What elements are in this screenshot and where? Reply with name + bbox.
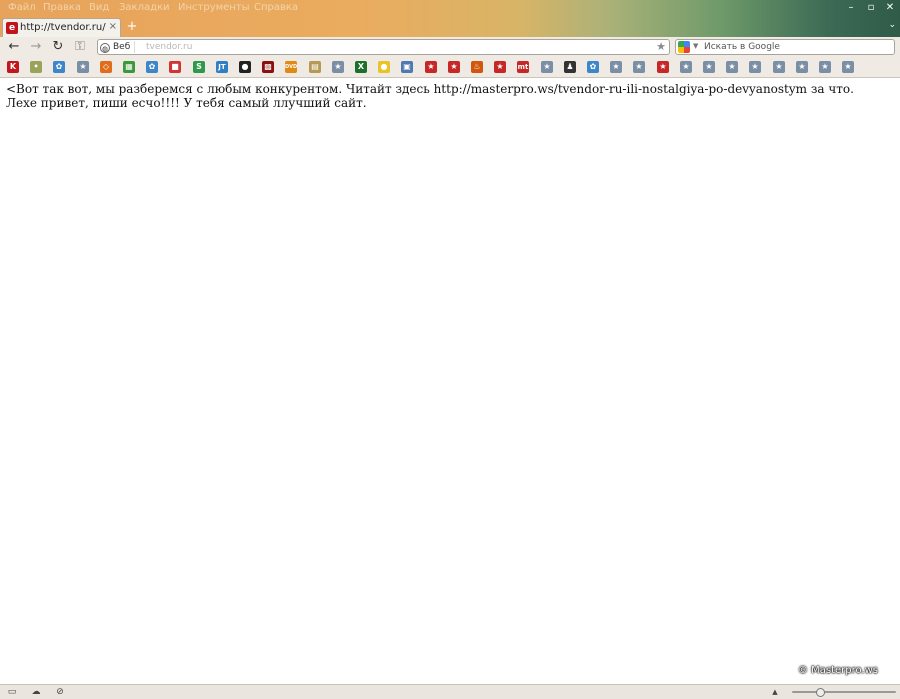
- dvd-icon[interactable]: DVD: [285, 61, 297, 73]
- bulb-icon[interactable]: ●: [378, 61, 390, 73]
- page-content: <Вот так вот, мы разберемся с любым конк…: [0, 78, 900, 684]
- minimize-button[interactable]: –: [844, 2, 858, 13]
- star-doc-icon[interactable]: ★: [842, 61, 854, 73]
- mt-icon[interactable]: mt: [517, 61, 529, 73]
- navigation-toolbar: ← → ↻ ⚿ ◍ Веб tvendor.ru ★ ▼ Искать в Goo…: [0, 37, 900, 59]
- bookmark-star-icon[interactable]: ★: [656, 40, 666, 53]
- menu-bar: Файл Правка Вид Закладки Инструменты Спр…: [0, 0, 900, 16]
- identity-label: Веб: [113, 42, 131, 52]
- site-favicon-icon: e: [6, 22, 18, 34]
- menu-view[interactable]: Вид: [89, 2, 109, 13]
- download-icon[interactable]: ⊘: [54, 687, 66, 697]
- fire-icon[interactable]: ♨: [471, 61, 483, 73]
- tab-strip: e http://tvendor.ru/ × + ⌄: [0, 17, 900, 37]
- balloon-icon[interactable]: •: [30, 61, 42, 73]
- star-doc-icon[interactable]: ★: [773, 61, 785, 73]
- site-identity-button[interactable]: ◍ Веб: [100, 41, 136, 53]
- reload-button[interactable]: ↻: [49, 39, 67, 55]
- up-arrow-icon[interactable]: ▲: [769, 687, 781, 697]
- grid-icon[interactable]: ▦: [123, 61, 135, 73]
- new-tab-button[interactable]: +: [125, 20, 139, 34]
- red-star-icon[interactable]: ★: [657, 61, 669, 73]
- x-icon[interactable]: X: [355, 61, 367, 73]
- search-bar[interactable]: ▼ Искать в Google: [675, 39, 895, 55]
- url-bar[interactable]: ◍ Веб tvendor.ru ★: [97, 39, 670, 55]
- red-star-icon[interactable]: ★: [448, 61, 460, 73]
- zoom-slider-track[interactable]: [792, 691, 896, 693]
- penguin-icon[interactable]: ♟: [564, 61, 576, 73]
- jt-icon[interactable]: JT: [216, 61, 228, 73]
- tab-tvendor[interactable]: e http://tvendor.ru/ ×: [2, 18, 121, 37]
- star-doc-icon[interactable]: ★: [726, 61, 738, 73]
- url-input[interactable]: tvendor.ru: [146, 41, 192, 53]
- back-button[interactable]: ←: [5, 39, 23, 55]
- star-doc-icon[interactable]: ★: [749, 61, 761, 73]
- star-doc-icon[interactable]: ★: [796, 61, 808, 73]
- star-doc-icon[interactable]: ★: [77, 61, 89, 73]
- zoom-slider-thumb[interactable]: [816, 688, 825, 697]
- star-doc-icon[interactable]: ★: [332, 61, 344, 73]
- star-doc-icon[interactable]: ★: [541, 61, 553, 73]
- code-icon[interactable]: ◇: [100, 61, 112, 73]
- star-doc-icon[interactable]: ★: [819, 61, 831, 73]
- flower-icon[interactable]: ✿: [587, 61, 599, 73]
- green-s-icon[interactable]: S: [193, 61, 205, 73]
- key-icon[interactable]: ⚿: [71, 39, 89, 55]
- menu-help[interactable]: Справка: [254, 2, 298, 13]
- google-icon[interactable]: [678, 41, 690, 53]
- star-doc-icon[interactable]: ★: [703, 61, 715, 73]
- tab-close-icon[interactable]: ×: [109, 21, 117, 32]
- cloud-icon[interactable]: ☁: [30, 687, 42, 697]
- tab-list-chevron-icon[interactable]: ⌄: [888, 20, 896, 30]
- flower-icon[interactable]: ✿: [146, 61, 158, 73]
- close-window-button[interactable]: ✕: [883, 2, 897, 13]
- bookmarks-toolbar: K • ✿ ★ ◇ ▦ ✿ ■ S JT ● ▩ DVD ▤ ★ X ● ▣ ★ ★ ♨ ★ mt ★ ♟ ✿ ★ ★ ★ ★ ★ ★ ★ ★ ★ ★…: [0, 58, 900, 78]
- squares-icon[interactable]: ■: [169, 61, 181, 73]
- tab-title: http://tvendor.ru/: [20, 22, 106, 33]
- menu-bookmarks[interactable]: Закладки: [119, 2, 170, 13]
- watermark: © Masterpro.ws: [797, 665, 878, 676]
- menu-edit[interactable]: Правка: [43, 2, 81, 13]
- panel-icon[interactable]: ▭: [6, 687, 18, 697]
- red-star-icon[interactable]: ★: [494, 61, 506, 73]
- page-text: <Вот так вот, мы разберемся с любым конк…: [6, 82, 854, 110]
- red-star-icon[interactable]: ★: [425, 61, 437, 73]
- folder-icon[interactable]: ▤: [309, 61, 321, 73]
- picture-icon[interactable]: ▣: [401, 61, 413, 73]
- status-bar: ▭ ☁ ⊘ ▲: [0, 684, 900, 699]
- star-doc-icon[interactable]: ★: [610, 61, 622, 73]
- forward-button[interactable]: →: [27, 39, 45, 55]
- restore-button[interactable]: ▫: [864, 2, 878, 13]
- menu-tools[interactable]: Инструменты: [178, 2, 250, 13]
- globe-icon: ◍: [100, 43, 110, 53]
- flower-icon[interactable]: ✿: [53, 61, 65, 73]
- film-icon[interactable]: ▩: [262, 61, 274, 73]
- star-doc-icon[interactable]: ★: [680, 61, 692, 73]
- star-doc-icon[interactable]: ★: [633, 61, 645, 73]
- search-input[interactable]: Искать в Google: [704, 41, 780, 53]
- github-icon[interactable]: ●: [239, 61, 251, 73]
- k-icon[interactable]: K: [7, 61, 19, 73]
- browser-header: Файл Правка Вид Закладки Инструменты Спр…: [0, 0, 900, 37]
- menu-file[interactable]: Файл: [8, 2, 36, 13]
- search-engine-dropdown-icon[interactable]: ▼: [693, 42, 698, 50]
